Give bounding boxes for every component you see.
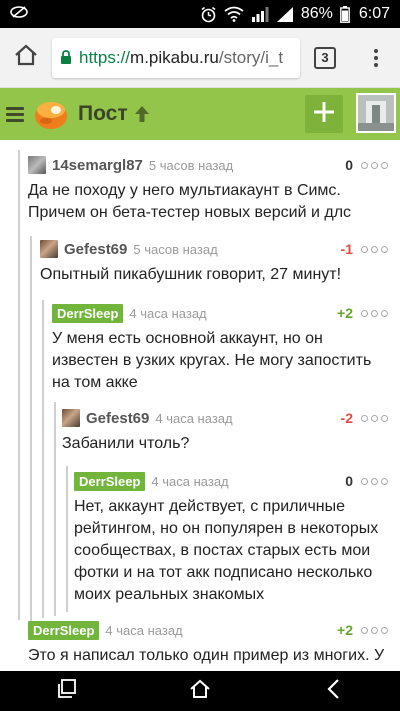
comment: DerrSleep 4 часа назад +2 У меня есть ос… [52,302,388,394]
wifi-icon [224,6,244,22]
thread-line [66,466,68,612]
comment-author[interactable]: Gefest69 [64,241,127,258]
signal-icon [251,6,269,22]
comment-text: Это я написал только один пример из мног… [28,647,385,664]
comment: Gefest69 5 часов назад -1 Опытный пикабу… [40,238,388,286]
comment-time[interactable]: 4 часа назад [155,411,232,426]
comment-rating: -2 [340,410,353,426]
url-host: m.pikabu.ru [130,47,219,67]
recent-apps-button[interactable] [37,671,97,711]
comment-text: У меня есть основной аккаунт, но он изве… [52,330,372,391]
more-options-icon[interactable] [361,626,388,634]
comment-author[interactable]: Gefest69 [86,410,149,427]
battery-percent: 86% [300,5,333,22]
address-bar[interactable]: https://m.pikabu.ru/story/i_t [52,37,300,78]
url-scheme: https:// [79,47,131,67]
browser-menu-button[interactable] [366,48,386,67]
url-text: https://m.pikabu.ru/story/i_t [79,48,283,68]
comment-time[interactable]: 4 часа назад [129,306,206,321]
arrow-up-icon[interactable] [134,105,150,123]
more-options-icon[interactable] [361,245,388,253]
add-post-button[interactable] [305,95,343,133]
comment-rating: +2 [337,622,353,638]
hamburger-line [6,106,24,110]
comment: 14semargl87 5 часов назад 0 Да не походу… [28,154,388,224]
hamburger-line [6,112,24,116]
comment-author[interactable]: DerrSleep [74,471,146,491]
notification-icon [10,5,28,23]
home-icon [189,679,211,704]
more-options-icon[interactable] [361,309,388,317]
menu-dot [374,48,378,53]
more-options-icon[interactable] [361,414,388,422]
lock-icon [60,50,72,65]
comment-text: Нет, аккаунт действует, с приличные рейт… [74,498,379,603]
avatar[interactable] [62,409,80,427]
comment-author[interactable]: 14semargl87 [52,157,143,174]
page-title: Пост [78,102,128,125]
home-button[interactable] [8,40,44,76]
comment: DerrSleep 4 часа назад 0 Нет, аккаунт де… [74,470,388,606]
status-bar: 86% 6:07 [0,0,400,28]
recent-apps-icon [57,678,77,704]
comment-text: Забанили чтоль? [62,435,190,452]
comment-time[interactable]: 5 часов назад [133,242,217,257]
plus-icon [313,101,335,128]
pikabu-logo[interactable] [34,97,68,131]
comment-rating: +2 [337,305,353,321]
comment-rating: 0 [345,473,353,489]
thread-line [18,150,20,620]
comment-rating: -1 [340,241,353,257]
comments-thread: 14semargl87 5 часов назад 0 Да не походу… [0,140,400,670]
comment: Gefest69 4 часа назад -2 Забанили чтоль? [62,407,388,455]
clock: 6:07 [358,5,390,22]
back-button[interactable] [303,671,363,711]
comment: DerrSleep 4 часа назад +2 Это я написал … [28,619,388,667]
tab-switcher-button[interactable]: 3 [314,46,336,69]
back-icon [326,678,340,705]
menu-dot [374,62,378,67]
comment-text: Опытный пикабушник говорит, 27 минут! [40,266,342,283]
url-path: /story/i_t [218,47,284,67]
thread-line [42,300,44,618]
more-options-icon[interactable] [361,161,388,169]
battery-icon [339,5,350,23]
thread-line [54,402,56,616]
hamburger-menu-icon[interactable] [6,106,24,122]
home-icon [14,44,38,71]
avatar[interactable] [40,240,58,258]
system-navigation-bar [0,671,400,711]
comment-author[interactable]: DerrSleep [52,303,124,323]
comment-time[interactable]: 5 часов назад [149,158,233,173]
thread-line [30,236,32,626]
menu-dot [374,55,378,60]
comment-rating: 0 [345,157,353,173]
signal-lte-icon [276,6,294,22]
comment-time[interactable]: 4 часа назад [151,474,228,489]
comment-time[interactable]: 4 часа назад [105,623,182,638]
comment-text: Да не походу у него мультиакаунт в Симс.… [28,182,352,221]
browser-toolbar: https://m.pikabu.ru/story/i_t 3 [0,28,400,88]
site-header: Пост [0,88,400,140]
home-nav-button[interactable] [170,671,230,711]
hamburger-line [6,118,24,122]
avatar[interactable] [28,156,46,174]
more-options-icon[interactable] [361,477,388,485]
alarm-icon [200,6,217,23]
user-avatar[interactable] [356,93,396,133]
comment-author[interactable]: DerrSleep [28,620,100,640]
